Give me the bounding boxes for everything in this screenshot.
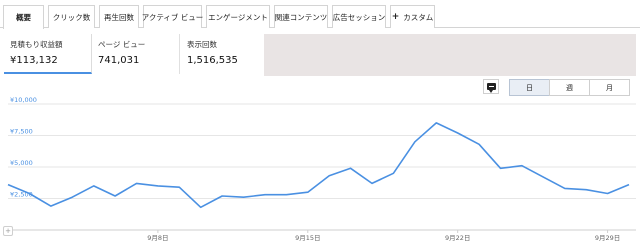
metric-label: ページ ビュー [98,40,146,49]
data-point[interactable] [626,182,632,188]
data-point[interactable] [433,120,439,126]
data-point[interactable] [241,194,247,200]
data-point[interactable] [176,184,182,190]
data-point[interactable] [219,193,225,199]
data-point[interactable] [455,130,461,136]
plus-icon: + [5,227,11,235]
x-tick-label: 9月29日 [595,234,620,242]
plus-icon: + [391,12,400,22]
data-point[interactable] [133,180,139,186]
x-tick-label: 9月15日 [295,234,320,242]
tab-active-view[interactable]: アクティブ ビュー [141,5,204,28]
x-tick-label: 9月8日 [147,234,168,242]
data-point[interactable] [348,165,354,171]
data-point[interactable] [519,163,525,169]
data-point[interactable] [262,192,268,198]
data-point[interactable] [605,190,611,196]
y-tick-label: ¥5,000 [10,159,33,167]
tab-related-content-label: 関連コンテンツ [274,12,328,22]
expand-chart-button[interactable]: + [3,226,13,236]
period-month-button[interactable]: 月 [589,79,630,96]
annotation-button[interactable] [483,79,499,94]
data-point[interactable] [583,187,589,193]
data-point[interactable] [305,189,311,195]
period-day-button[interactable]: 日 [509,79,550,96]
tab-engagement-label: エンゲージメント [208,12,268,22]
data-point[interactable] [326,173,332,179]
metric-label: 表示回数 [187,40,217,49]
data-point[interactable] [112,193,118,199]
x-tick-label: 9月22日 [445,234,470,242]
revenue-line-chart: ¥2,500¥5,000¥7,500¥10,0009月8日 9月15日 9月22日 9… [5,96,636,242]
tab-clicks-label: クリック数 [52,12,91,22]
tab-engagement[interactable]: エンゲージメント [206,5,270,28]
data-point[interactable] [5,182,11,188]
metric-label: 見積もり収益額 [10,40,63,49]
metric-value: 741,031 [98,55,140,66]
metric-estimated-revenue[interactable]: 見積もり収益額 ¥113,132 [4,34,92,74]
tab-custom-label: カスタム [403,12,434,22]
data-point[interactable] [91,183,97,189]
data-point[interactable] [390,170,396,176]
period-selector: 日 週 月 [509,79,630,96]
data-point[interactable] [283,192,289,198]
data-point[interactable] [369,180,375,186]
data-point[interactable] [540,174,546,180]
report-tabs: 概要 クリック数 再生回数 アクティブ ビュー エンゲージメント 関連コンテンツ… [0,0,640,29]
metric-value: 1,516,535 [187,55,238,66]
metric-impressions[interactable]: 表示回数 1,516,535 [181,34,269,74]
metric-value: ¥113,132 [10,55,58,66]
tab-overview-label: 概要 [16,13,31,22]
data-point[interactable] [562,185,568,191]
data-point[interactable] [26,190,32,196]
tab-clicks[interactable]: クリック数 [48,5,95,28]
data-point[interactable] [476,141,482,147]
tab-custom[interactable]: + カスタム [390,5,435,28]
metric-placeholder [264,34,636,76]
data-point[interactable] [48,203,54,209]
metric-page-views[interactable]: ページ ビュー 741,031 [92,34,180,74]
comment-icon [486,83,496,93]
data-point[interactable] [498,165,504,171]
data-point[interactable] [412,139,418,145]
y-tick-label: ¥7,500 [10,128,33,136]
tab-overview[interactable]: 概要 [3,5,44,29]
tab-related-content[interactable]: 関連コンテンツ [274,5,328,28]
y-tick-label: ¥10,000 [10,96,37,104]
tab-active-view-label: アクティブ ビュー [141,12,204,22]
tab-plays[interactable]: 再生回数 [99,5,139,28]
tab-plays-label: 再生回数 [104,12,134,22]
data-point[interactable] [69,194,75,200]
tab-ad-sessions-label: 広告セッション [332,12,386,22]
period-week-button[interactable]: 週 [549,79,590,96]
tab-ad-sessions[interactable]: 広告セッション [332,5,386,28]
data-point[interactable] [155,183,161,189]
data-point[interactable] [198,204,204,210]
